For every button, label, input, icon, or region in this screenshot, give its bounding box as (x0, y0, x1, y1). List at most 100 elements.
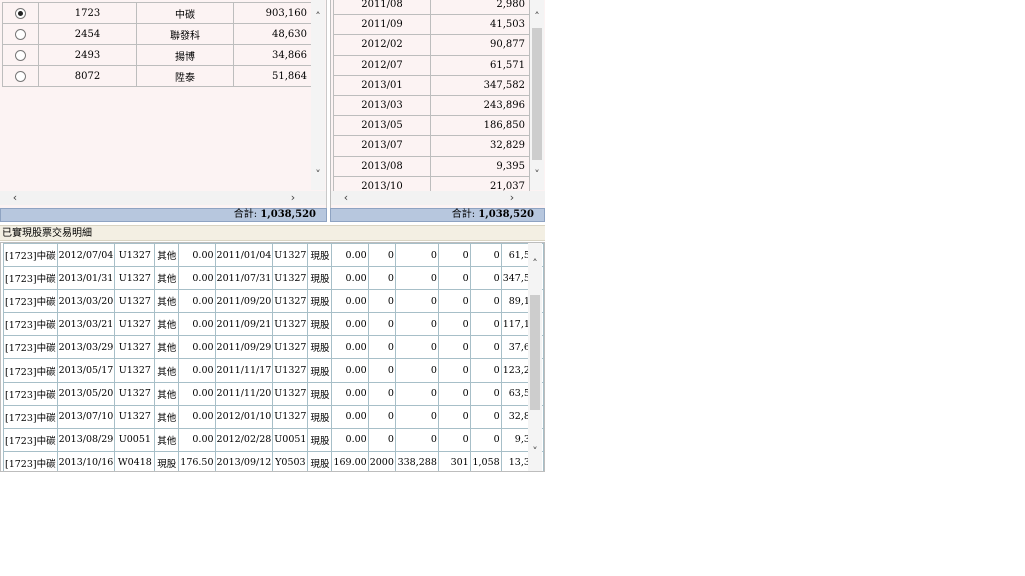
holdings-amount: 903,160 (233, 2, 312, 24)
detail-sell-type: 其他 (154, 381, 180, 406)
detail-stock: [1723]中碳 (3, 381, 58, 406)
chevron-left-icon[interactable]: ‹ (8, 191, 22, 205)
detail-shares: 0 (367, 243, 396, 268)
detail-sell-price: 0.00 (178, 335, 216, 360)
scrollbar-thumb[interactable] (532, 28, 542, 160)
holdings-radio-cell[interactable] (2, 23, 39, 45)
monthly-horizontal-scrollbar[interactable]: ‹ › (331, 191, 545, 205)
monthly-row[interactable]: 2012/02 90,877 (333, 34, 530, 56)
chevron-down-icon[interactable]: ˅ (530, 168, 544, 182)
chevron-down-icon[interactable]: ˅ (528, 445, 542, 459)
detail-buy-date: 2011/09/21 (214, 312, 274, 337)
table-row[interactable]: [1723]中碳 2013/05/17 U1327 其他 0.00 2011/11/17 U… (3, 358, 544, 383)
chevron-right-icon[interactable]: › (286, 191, 300, 205)
detail-sell-date: 2013/10/16 (56, 450, 116, 471)
detail-sell-account: U1327 (114, 381, 156, 406)
holdings-vertical-scrollbar[interactable]: ˄ ˅ (311, 0, 325, 190)
detail-buy-price: 0.00 (331, 243, 369, 268)
monthly-total-bar: 合計: 1,038,520 (330, 208, 545, 222)
holdings-amount: 51,864 (233, 65, 312, 87)
detail-buy-account: U1327 (272, 243, 309, 268)
table-row[interactable]: [1723]中碳 2012/07/04 U1327 其他 0.00 2011/01/04 U… (3, 243, 544, 268)
monthly-value: 32,829 (430, 135, 530, 157)
detail-sell-date: 2013/05/17 (56, 358, 116, 383)
holdings-radio-cell[interactable] (2, 2, 39, 24)
monthly-row[interactable]: 2012/07 61,571 (333, 54, 530, 76)
monthly-row[interactable]: 2011/09 41,503 (333, 14, 530, 36)
chevron-left-icon[interactable]: ‹ (339, 191, 353, 205)
detail-sell-account: U0051 (114, 427, 156, 452)
monthly-row[interactable]: 2013/05 186,850 (333, 115, 530, 137)
detail-sell-date: 2013/03/20 (56, 289, 116, 314)
detail-buy-date: 2011/09/20 (214, 289, 274, 314)
holdings-radio-cell[interactable] (2, 44, 39, 66)
detail-sell-price: 0.00 (178, 358, 216, 383)
holdings-row[interactable]: 2454 聯發科 48,630 (2, 23, 312, 45)
detail-shares: 0 (367, 289, 396, 314)
detail-buy-type: 現股 (307, 404, 333, 429)
table-row[interactable]: [1723]中碳 2013/03/20 U1327 其他 0.00 2011/09/20 U… (3, 289, 544, 314)
table-row[interactable]: [1723]中碳 2013/05/20 U1327 其他 0.00 2011/11/20 U… (3, 381, 544, 406)
holdings-radio-cell[interactable] (2, 65, 39, 87)
detail-tax: 0 (469, 404, 502, 429)
chevron-down-icon[interactable]: ˅ (311, 168, 325, 182)
detail-sell-account: U1327 (114, 266, 156, 291)
detail-sell-account: W0418 (114, 450, 156, 471)
holdings-amount: 48,630 (233, 23, 312, 45)
chevron-up-icon[interactable]: ˄ (311, 10, 325, 24)
holdings-name: 陞泰 (136, 65, 234, 87)
detail-buy-date: 2011/01/04 (214, 243, 274, 268)
monthly-row[interactable]: 2013/08 9,395 (333, 155, 530, 177)
detail-buy-price: 0.00 (331, 427, 369, 452)
table-row[interactable]: [1723]中碳 2013/03/21 U1327 其他 0.00 2011/09/21 U… (3, 312, 544, 337)
monthly-vertical-scrollbar[interactable]: ˄ ˅ (530, 0, 544, 190)
radio-button[interactable] (15, 49, 26, 61)
holdings-horizontal-scrollbar[interactable]: ‹ › (0, 191, 326, 205)
detail-buy-account: U1327 (272, 289, 309, 314)
table-row[interactable]: [1723]中碳 2013/01/31 U1327 其他 0.00 2011/07/31 U… (3, 266, 544, 291)
detail-proceeds: 0 (394, 312, 439, 337)
holdings-total-label: 合計: (233, 209, 258, 220)
radio-button[interactable] (15, 70, 26, 82)
detail-fee: 301 (437, 450, 471, 471)
chevron-up-icon[interactable]: ˄ (530, 10, 544, 24)
holdings-row[interactable]: 8072 陞泰 51,864 (2, 65, 312, 87)
monthly-row[interactable]: 2011/08 2,980 (333, 0, 530, 16)
detail-buy-price: 0.00 (331, 289, 369, 314)
detail-vertical-scrollbar[interactable]: ˄ ˅ (528, 243, 542, 471)
table-row[interactable]: [1723]中碳 2013/03/29 U1327 其他 0.00 2011/09/29 U… (3, 335, 544, 360)
monthly-period: 2012/02 (333, 34, 431, 56)
detail-fee: 0 (437, 266, 471, 291)
table-row[interactable]: [1723]中碳 2013/10/16 W0418 現股 176.50 2013/09/1… (3, 450, 544, 471)
radio-button[interactable] (15, 7, 26, 19)
detail-tax: 1,058 (469, 450, 502, 471)
monthly-row[interactable]: 2013/03 243,896 (333, 94, 530, 117)
detail-sell-account: U1327 (114, 312, 156, 337)
detail-sell-type: 其他 (154, 243, 180, 268)
detail-buy-date: 2012/01/10 (214, 404, 274, 429)
holdings-row[interactable]: 1723 中碳 903,160 (2, 2, 312, 24)
monthly-row[interactable]: 2013/07 32,829 (333, 135, 530, 157)
detail-sell-account: U1327 (114, 358, 156, 383)
chevron-right-icon[interactable]: › (505, 191, 519, 205)
scrollbar-thumb[interactable] (530, 295, 540, 410)
detail-fee: 0 (437, 289, 471, 314)
monthly-total-label: 合計: (451, 209, 476, 220)
detail-buy-type: 現股 (307, 381, 333, 406)
detail-tax: 0 (469, 427, 502, 452)
detail-sell-date: 2013/03/21 (56, 312, 116, 337)
table-row[interactable]: [1723]中碳 2013/07/10 U1327 其他 0.00 2012/01/10 U… (3, 404, 544, 429)
radio-button[interactable] (15, 28, 26, 40)
holdings-panel: 1723 中碳 903,160 2454 聯發科 48,630 2493 揚博 34,866 80… (0, 0, 327, 208)
table-row[interactable]: [1723]中碳 2013/08/29 U0051 其他 0.00 2012/02/28 U… (3, 427, 544, 452)
holdings-row[interactable]: 2493 揚博 34,866 (2, 44, 312, 66)
detail-sell-price: 0.00 (178, 427, 216, 452)
detail-sell-type: 其他 (154, 289, 180, 314)
monthly-row[interactable]: 2013/01 347,582 (333, 74, 530, 96)
chevron-up-icon[interactable]: ˄ (528, 257, 542, 271)
detail-sell-date: 2012/07/04 (56, 243, 116, 268)
monthly-period: 2013/08 (333, 155, 431, 177)
detail-buy-date: 2013/09/12 (214, 450, 274, 471)
detail-buy-account: U0051 (272, 427, 309, 452)
detail-stock: [1723]中碳 (3, 335, 58, 360)
